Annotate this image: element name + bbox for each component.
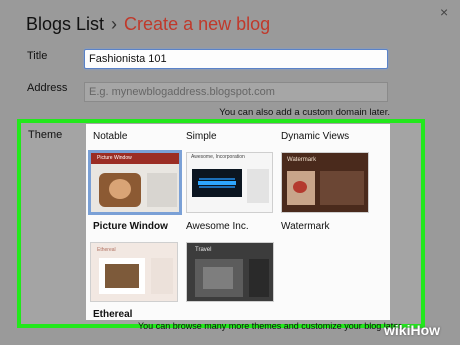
thumb-awesome-inc-header: Travel	[195, 247, 212, 253]
thumb-simple-header: Awesome, Incorporation	[191, 154, 245, 160]
theme-thumbnail-watermark[interactable]	[282, 242, 370, 302]
theme-name-watermark[interactable]: Watermark	[281, 221, 330, 232]
dog-photo	[99, 173, 141, 207]
thumb-simple-sidebar	[247, 169, 269, 203]
theme-name-simple[interactable]: Simple	[186, 131, 217, 142]
close-icon[interactable]: ×	[440, 4, 448, 20]
custom-domain-hint: You can also add a custom domain later.	[219, 107, 390, 118]
waveform-image	[192, 169, 242, 197]
theme-name-dynamic-views[interactable]: Dynamic Views	[281, 131, 349, 142]
title-input[interactable]	[84, 49, 388, 69]
browse-themes-hint: You can browse many more themes and cust…	[138, 321, 404, 331]
theme-name-notable[interactable]: Notable	[93, 131, 127, 142]
theme-name-ethereal[interactable]: Ethereal	[93, 309, 132, 320]
theme-thumbnail-dynamic-views[interactable]: Watermark	[281, 152, 369, 213]
thumb-picture-window-content	[99, 258, 145, 294]
thumb-notable-header: Picture Window	[91, 153, 179, 164]
theme-thumbnail-notable[interactable]: Picture Window	[88, 150, 182, 215]
breadcrumb: Blogs List › Create a new blog	[26, 14, 270, 35]
theme-label: Theme	[28, 129, 63, 141]
thumb-dynamic-views-photo	[287, 171, 315, 205]
theme-thumbnail-simple[interactable]: Awesome, Incorporation	[186, 152, 273, 213]
wikihow-watermark: wikiHow	[384, 322, 441, 338]
thumb-notable-sidebar	[147, 173, 177, 207]
theme-thumbnail-picture-window[interactable]: Ethereal	[90, 242, 178, 302]
thumb-dynamic-views-header: Watermark	[287, 157, 317, 163]
title-label: Title	[27, 50, 48, 62]
breadcrumb-blogs-list-link[interactable]: Blogs List	[26, 14, 104, 34]
thumb-awesome-inc-sidebar	[249, 259, 269, 297]
address-label: Address	[27, 82, 68, 94]
page-title: Create a new blog	[124, 14, 271, 34]
thumb-picture-window-header: Ethereal	[97, 247, 116, 253]
thumb-awesome-inc-photo	[195, 259, 243, 297]
thumb-picture-window-sidebar	[151, 258, 173, 294]
theme-thumbnail-awesome-inc[interactable]: Travel	[186, 242, 274, 302]
theme-name-picture-window[interactable]: Picture Window	[93, 221, 168, 232]
breadcrumb-separator: ›	[111, 14, 118, 34]
address-input[interactable]	[84, 82, 388, 102]
theme-name-awesome-inc[interactable]: Awesome Inc.	[186, 221, 249, 232]
thumb-dynamic-views-sidebar	[320, 171, 364, 205]
